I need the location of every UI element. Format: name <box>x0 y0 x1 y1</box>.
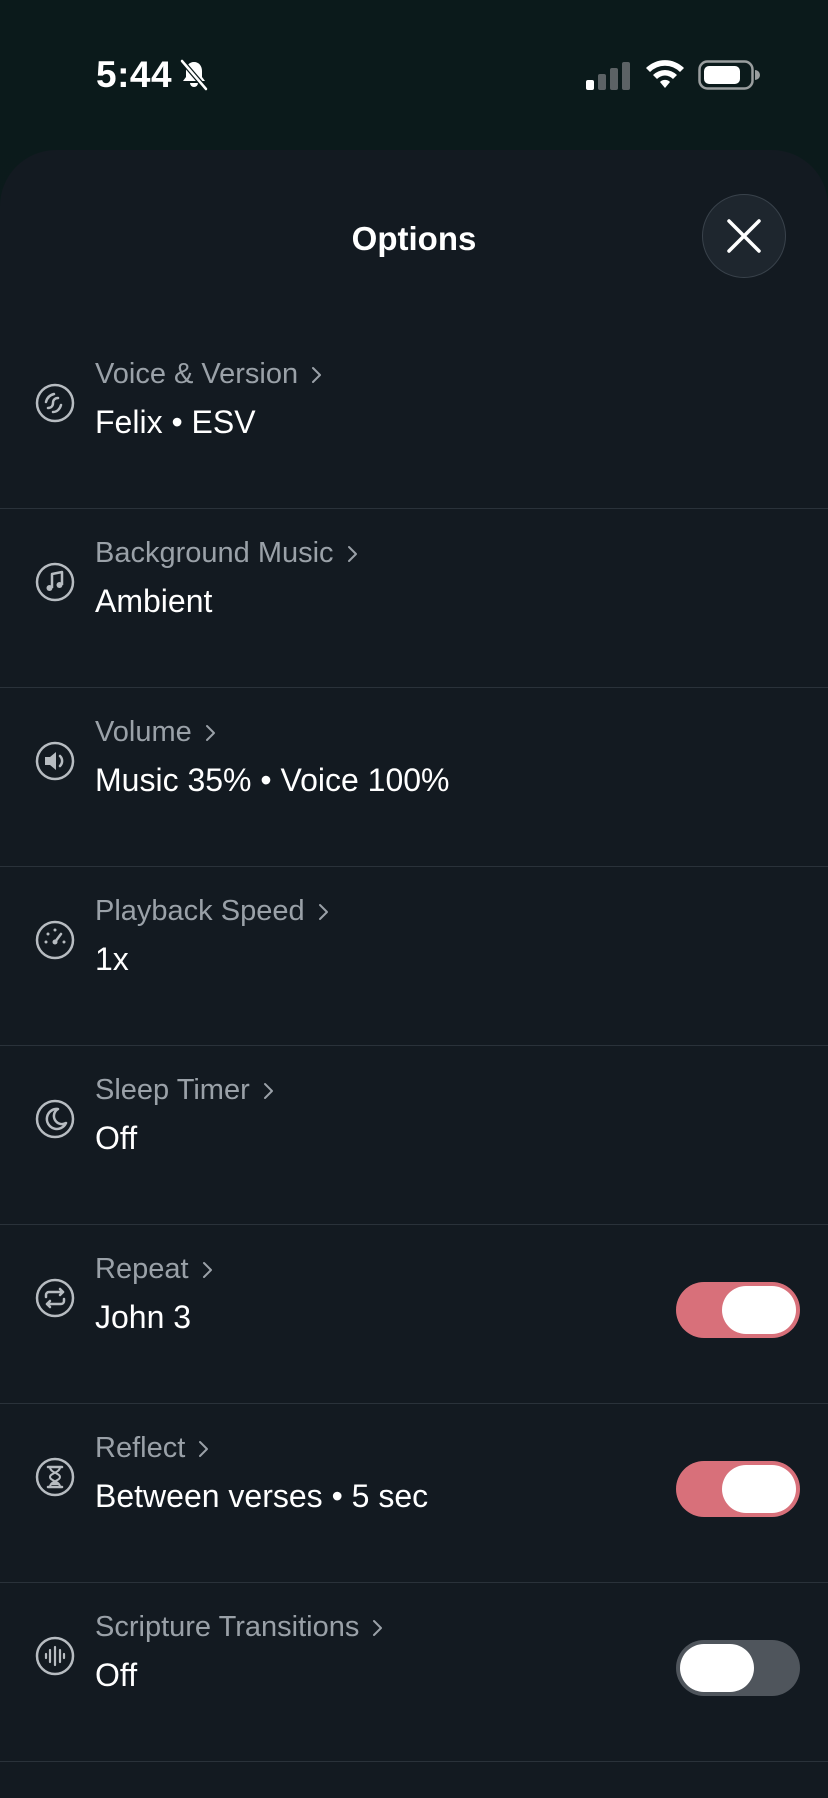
option-reflect[interactable]: Reflect Between verses • 5 sec <box>0 1404 828 1583</box>
option-label: Scripture Transitions <box>95 1611 385 1644</box>
option-label: Reflect <box>95 1432 211 1465</box>
speaker-icon <box>35 741 75 781</box>
chevron-right-icon <box>318 903 328 920</box>
options-sheet: Options Voice & Version Felix • ESV Back… <box>0 150 828 1798</box>
waveform-icon <box>35 1636 75 1676</box>
option-label: Voice & Version <box>95 358 324 391</box>
scripture-transitions-toggle[interactable] <box>676 1640 800 1696</box>
hourglass-icon <box>35 1457 75 1497</box>
reflect-toggle[interactable] <box>676 1461 800 1517</box>
repeat-icon <box>35 1278 75 1318</box>
toggle-knob <box>722 1286 796 1334</box>
status-bar: 5:44 <box>0 0 828 150</box>
chevron-right-icon <box>205 724 215 741</box>
status-time: 5:44 <box>96 54 173 95</box>
toggle-knob <box>722 1465 796 1513</box>
chevron-right-icon <box>312 366 322 383</box>
option-sleep-timer[interactable]: Sleep Timer Off <box>0 1046 828 1225</box>
option-label-text: Sleep Timer <box>95 1074 250 1106</box>
option-voice-version[interactable]: Voice & Version Felix • ESV <box>0 330 828 509</box>
voice-icon <box>35 383 75 423</box>
option-value: Felix • ESV <box>95 404 256 440</box>
option-volume[interactable]: Volume Music 35% • Voice 100% <box>0 688 828 867</box>
chevron-right-icon <box>347 545 357 562</box>
option-scripture-transitions[interactable]: Scripture Transitions Off <box>0 1583 828 1762</box>
option-value: 1x <box>95 941 129 977</box>
option-label: Sleep Timer <box>95 1074 276 1107</box>
option-label-text: Scripture Transitions <box>95 1611 360 1643</box>
option-value: John 3 <box>95 1299 192 1335</box>
option-playback-speed[interactable]: Playback Speed 1x <box>0 867 828 1046</box>
option-label-text: Reflect <box>95 1432 186 1464</box>
close-icon <box>727 219 761 253</box>
option-repeat[interactable]: Repeat John 3 <box>0 1225 828 1404</box>
option-value: Off <box>95 1657 138 1693</box>
option-value: Ambient <box>95 583 213 619</box>
option-label-text: Playback Speed <box>95 895 305 927</box>
cellular-signal-icon <box>586 62 630 90</box>
option-value: Off <box>95 1120 138 1156</box>
options-list: Voice & Version Felix • ESV Background M… <box>0 330 828 1762</box>
speedometer-icon <box>35 920 75 960</box>
option-label: Playback Speed <box>95 895 331 928</box>
option-label: Repeat <box>95 1253 215 1286</box>
option-label-text: Voice & Version <box>95 358 299 390</box>
chevron-right-icon <box>202 1261 212 1278</box>
option-label: Background Music <box>95 537 360 570</box>
option-label: Volume <box>95 716 218 749</box>
toggle-knob <box>680 1644 754 1692</box>
bell-slash-icon <box>180 59 208 91</box>
option-value: Music 35% • Voice 100% <box>95 762 450 798</box>
chevron-right-icon <box>373 1619 383 1636</box>
moon-icon <box>35 1099 75 1139</box>
option-value: Between verses • 5 sec <box>95 1478 429 1514</box>
option-label-text: Repeat <box>95 1253 189 1285</box>
battery-icon <box>698 60 760 90</box>
repeat-toggle[interactable] <box>676 1282 800 1338</box>
option-label-text: Volume <box>95 716 192 748</box>
close-button[interactable] <box>702 194 786 278</box>
option-label-text: Background Music <box>95 537 334 569</box>
music-note-icon <box>35 562 75 602</box>
options-screen: 5:44 Options Voice & Version Felix • ESV… <box>0 0 828 1798</box>
wifi-icon <box>646 60 684 88</box>
chevron-right-icon <box>263 1082 273 1099</box>
option-background-music[interactable]: Background Music Ambient <box>0 509 828 688</box>
chevron-right-icon <box>199 1440 209 1457</box>
